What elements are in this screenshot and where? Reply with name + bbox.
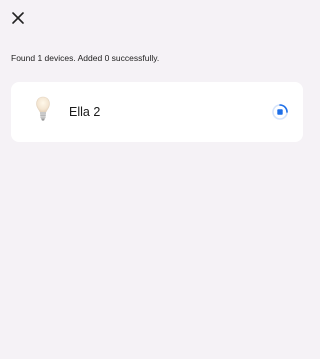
progress-spinner-icon (271, 103, 289, 121)
device-card[interactable]: Ella 2 (11, 82, 303, 142)
close-icon (12, 12, 24, 24)
status-message: Found 1 devices. Added 0 successfully. (11, 53, 160, 63)
device-name: Ella 2 (69, 105, 101, 119)
light-bulb-icon (35, 96, 51, 124)
close-button[interactable] (10, 10, 26, 26)
